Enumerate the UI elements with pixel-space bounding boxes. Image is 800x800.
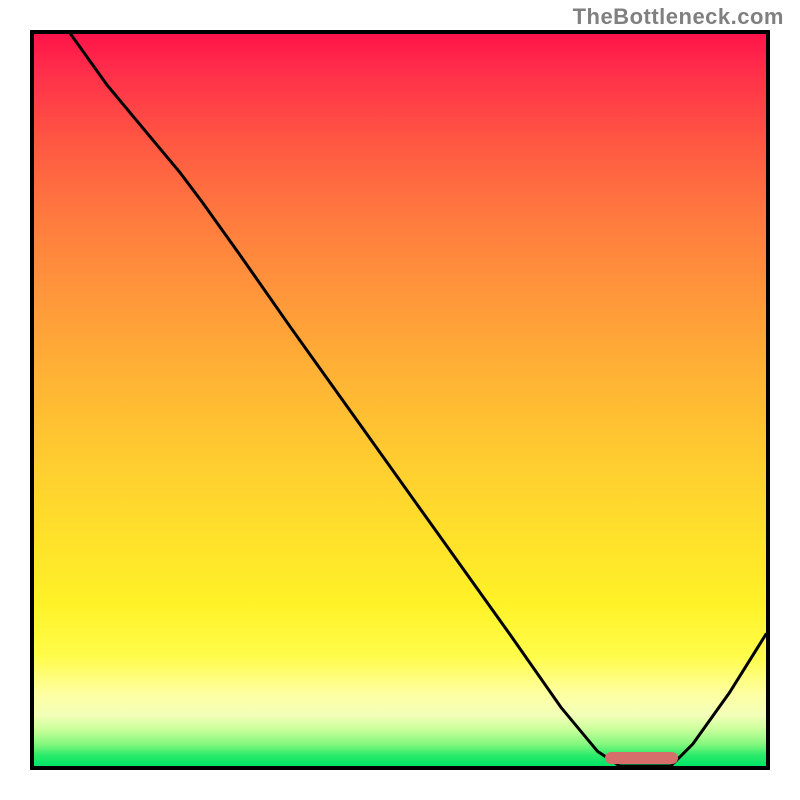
watermark-text: TheBottleneck.com bbox=[573, 4, 784, 30]
chart-plot-area bbox=[30, 30, 770, 770]
optimal-range-marker bbox=[605, 752, 678, 764]
bottleneck-curve bbox=[34, 34, 766, 766]
